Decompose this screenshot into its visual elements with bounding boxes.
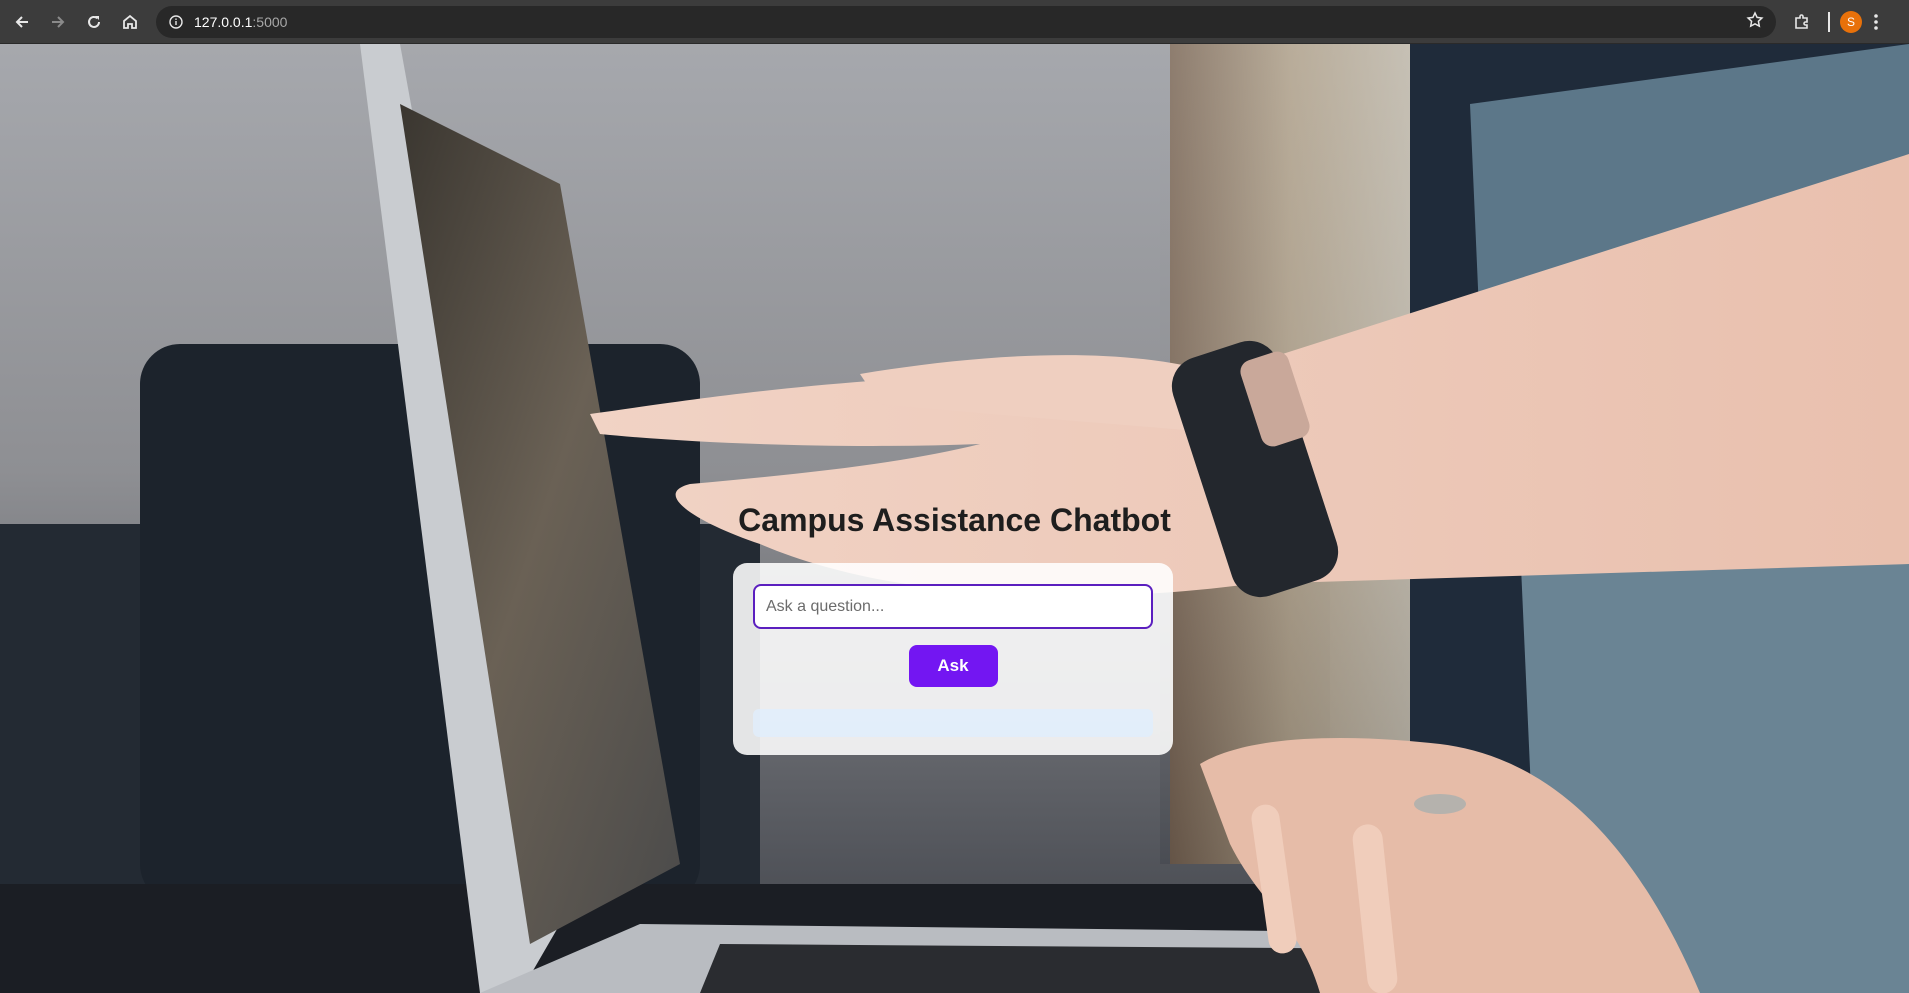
- ask-button[interactable]: Ask: [908, 645, 998, 687]
- browser-toolbar: 127.0.0.1:5000 S: [0, 0, 1909, 44]
- response-area: [753, 709, 1153, 737]
- forward-button[interactable]: [40, 4, 76, 40]
- home-button[interactable]: [112, 4, 148, 40]
- nav-buttons: [4, 4, 148, 40]
- home-icon: [123, 14, 137, 29]
- star-icon[interactable]: [1746, 11, 1764, 32]
- vertical-dots-icon[interactable]: [1862, 6, 1890, 38]
- reload-button[interactable]: [76, 4, 112, 40]
- toolbar-divider: [1828, 11, 1830, 32]
- arrow-right-icon: [52, 15, 65, 28]
- back-button[interactable]: [4, 4, 40, 40]
- toolbar-actions: S: [1786, 6, 1890, 38]
- page-title: Campus Assistance Chatbot: [738, 502, 1171, 538]
- reload-icon: [88, 15, 100, 28]
- address-bar[interactable]: 127.0.0.1:5000: [156, 5, 1776, 38]
- profile-avatar[interactable]: S: [1840, 10, 1862, 33]
- arrow-left-icon: [15, 15, 28, 28]
- page-viewport: Campus Assistance Chatbot Ask: [0, 44, 1909, 993]
- question-input[interactable]: [753, 584, 1153, 629]
- info-icon[interactable]: [168, 14, 184, 30]
- url-port: :5000: [252, 13, 288, 30]
- puzzle-icon[interactable]: [1786, 6, 1818, 38]
- chat-panel: Ask: [733, 563, 1173, 755]
- url-host: 127.0.0.1: [194, 13, 253, 30]
